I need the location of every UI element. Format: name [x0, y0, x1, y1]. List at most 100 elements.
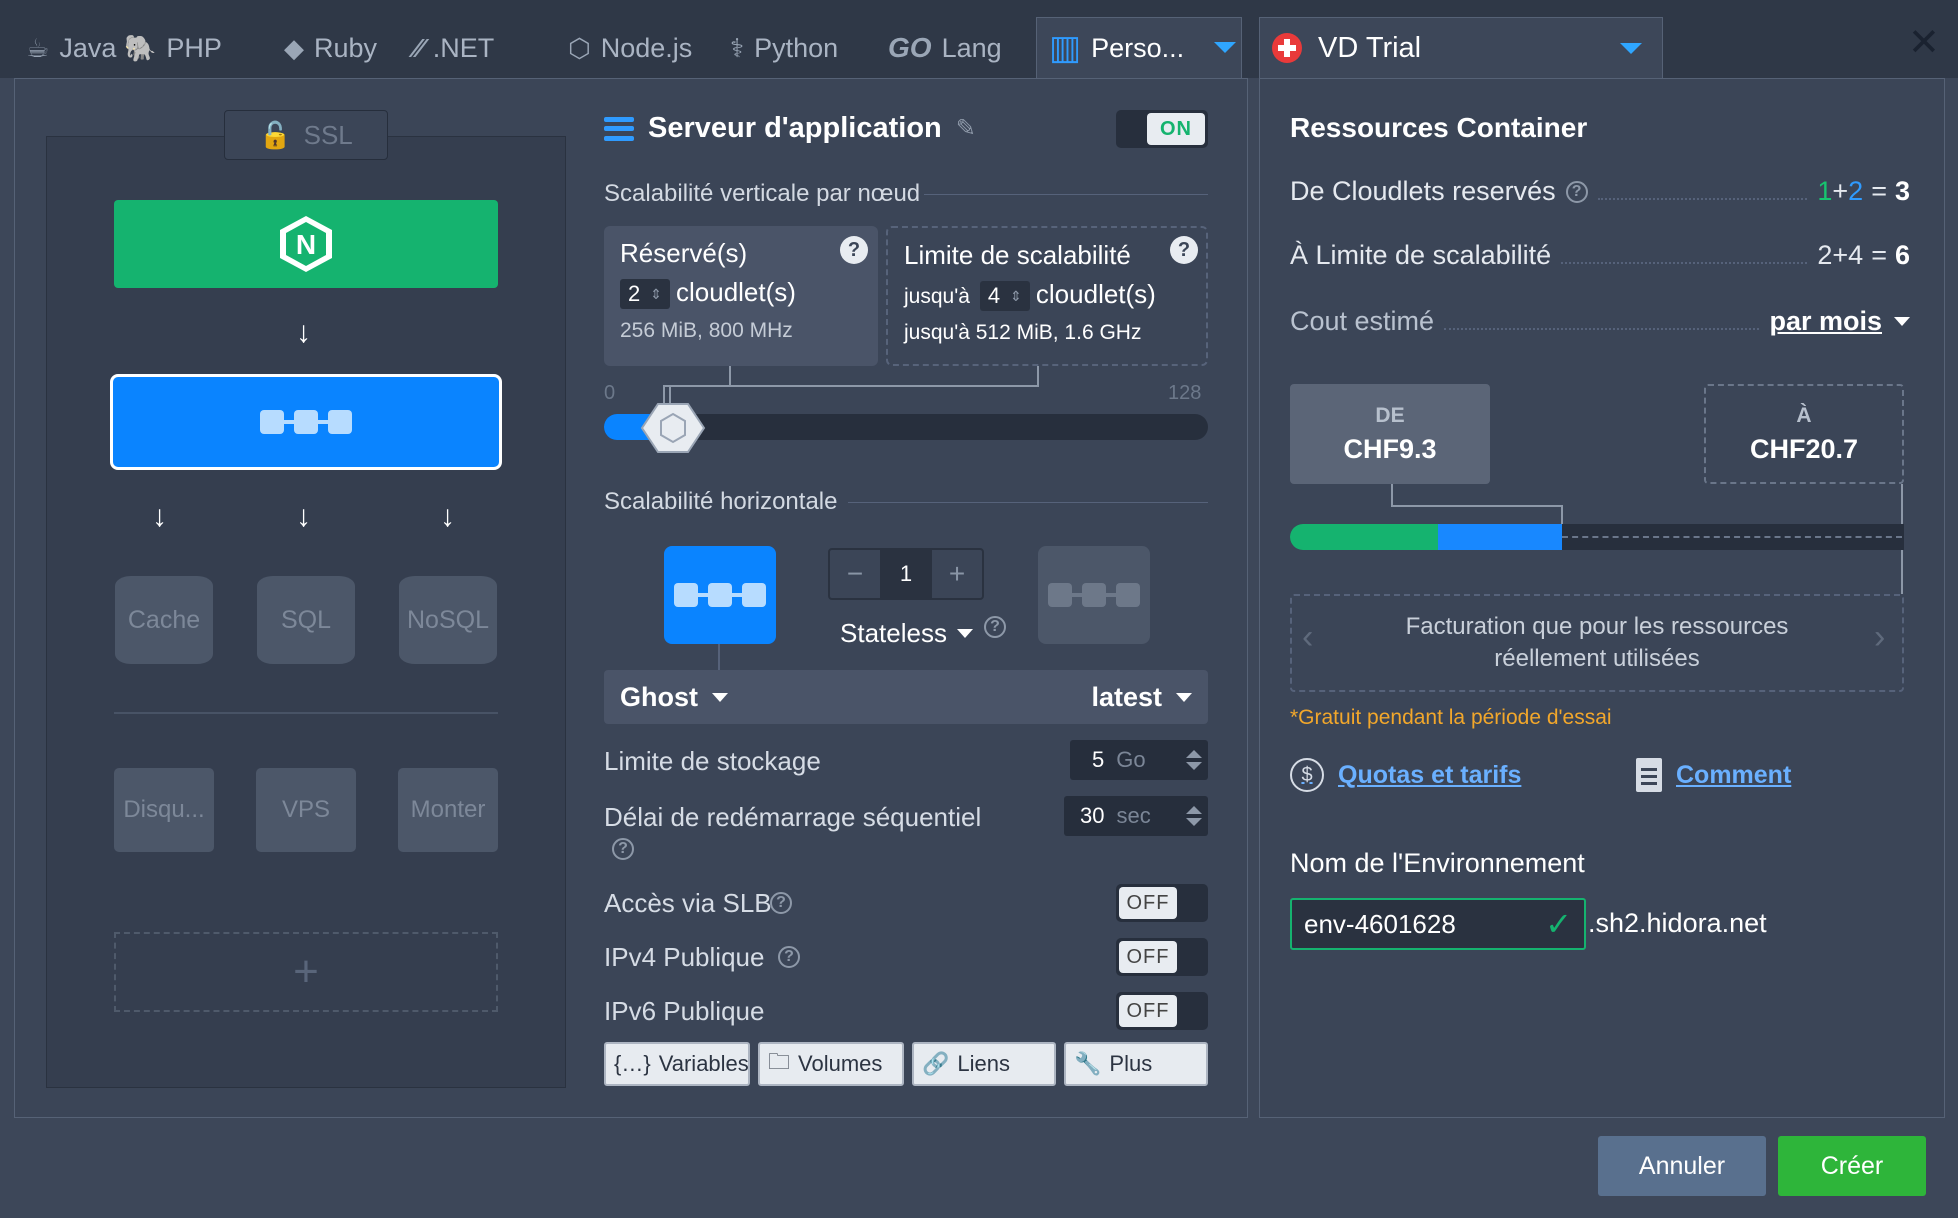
divider [848, 502, 1208, 503]
cost-bar-reserved [1438, 524, 1562, 550]
stepper-arrows-icon[interactable] [1180, 796, 1208, 836]
decrement-button[interactable]: − [830, 550, 880, 598]
document-icon [1636, 758, 1662, 792]
dollar-icon: $ [1290, 758, 1324, 792]
help-icon[interactable]: ? [1565, 180, 1588, 203]
nginx-icon: N [280, 216, 332, 272]
tab-label: Node.js [600, 32, 693, 63]
tab-dotnet[interactable]: ⁄⁄ .NET [406, 18, 502, 78]
tab-label: PHP [166, 32, 222, 63]
cluster-nodes-icon [1048, 583, 1140, 607]
build-node[interactable]: Monter [398, 768, 498, 852]
tab-golang[interactable]: GO Lang [880, 18, 1010, 78]
tab-label: Ruby [314, 32, 378, 63]
limit-title: Limite de scalabilité [904, 240, 1131, 270]
ssl-toggle[interactable]: 🔓 SSL [224, 110, 388, 160]
help-icon[interactable]: ? [1170, 236, 1198, 264]
price-to-value: CHF20.7 [1749, 433, 1859, 464]
node-title: Serveur d'application ✎ [604, 112, 976, 145]
tab-php[interactable]: 🐘 PHP [116, 18, 230, 78]
limit-prefix: jusqu'à [904, 285, 970, 308]
add-node-button[interactable]: + [114, 932, 498, 1012]
close-icon[interactable]: ✕ [1908, 20, 1940, 65]
restart-delay-input[interactable]: 30 sec [1064, 796, 1208, 836]
edit-pencil-icon[interactable]: ✎ [956, 114, 976, 143]
limit-cloudlets-input[interactable]: 4 ⇕ [979, 281, 1030, 312]
help-icon[interactable]: ? [778, 946, 800, 968]
environment-name-input[interactable]: env-4601628 ✓ [1290, 898, 1586, 950]
ruby-icon: ◆ [284, 32, 304, 63]
cancel-button[interactable]: Annuler [1598, 1136, 1766, 1196]
tab-java[interactable]: ☕ Java [18, 18, 124, 78]
links-button[interactable]: 🔗 Liens [912, 1042, 1056, 1086]
golang-icon: GO [888, 32, 932, 63]
region-label: VD Trial [1318, 31, 1422, 64]
node-instance[interactable] [664, 546, 776, 644]
custom-container-icon: ▥ [1049, 29, 1082, 67]
cache-node[interactable]: Cache [115, 576, 213, 664]
ipv6-label: IPv6 Publique [604, 996, 765, 1026]
load-balancer-node[interactable]: N [114, 200, 498, 288]
scaling-mode-dropdown[interactable]: Stateless [840, 618, 973, 649]
nosql-node[interactable]: NoSQL [399, 576, 497, 664]
tab-dropdown-button[interactable] [1206, 17, 1244, 78]
image-tag-bar: Ghost latest [604, 670, 1208, 724]
chevron-down-icon [956, 629, 973, 638]
ipv6-toggle[interactable]: OFF [1116, 992, 1208, 1030]
vps-node[interactable]: VPS [256, 768, 356, 852]
connector-line [718, 644, 720, 672]
menu-icon[interactable] [604, 116, 634, 141]
reserved-spec: 256 MiB, 800 MHz [620, 319, 793, 343]
sql-node[interactable]: SQL [257, 576, 355, 664]
dotted-leader [1561, 248, 1808, 264]
stepper-arrows-icon[interactable] [1180, 740, 1208, 780]
how-link[interactable]: Comment [1636, 758, 1791, 792]
tag-dropdown[interactable]: latest [1091, 682, 1192, 713]
period-dropdown[interactable]: par mois [1769, 306, 1910, 337]
help-icon[interactable]: ? [612, 838, 634, 860]
reserved-unit: cloudlet(s) [676, 277, 796, 307]
node-count-value[interactable]: 1 [880, 550, 932, 598]
chevron-right-icon[interactable]: › [1874, 618, 1885, 657]
create-button[interactable]: Créer [1778, 1136, 1926, 1196]
limit-unit: cloudlet(s) [1035, 279, 1156, 309]
chevron-down-icon [1894, 317, 1910, 326]
storage-limit-label: Limite de stockage [604, 746, 821, 776]
environment-name-label: Nom de l'Environnement [1290, 848, 1585, 878]
quotas-link[interactable]: $ Quotas et tarifs [1290, 758, 1521, 792]
toggle-label: OFF [1119, 995, 1177, 1027]
arrow-down-icon: ↓ [296, 316, 311, 349]
increment-button[interactable]: + [932, 550, 982, 598]
node-on-toggle[interactable]: ON [1116, 110, 1208, 148]
volumes-button[interactable]: 🗀 Volumes [758, 1042, 904, 1086]
region-selector[interactable]: VD Trial [1259, 17, 1663, 78]
storage-limit-input[interactable]: 5 Go [1070, 740, 1208, 780]
tag-label: latest [1091, 681, 1162, 712]
limit-box: Limite de scalabilité jusqu'à 4 ⇕ cloudlet(… [886, 226, 1208, 366]
variables-button[interactable]: {…} Variables [604, 1042, 750, 1086]
slb-access-toggle[interactable]: OFF [1116, 884, 1208, 922]
storage-node[interactable]: Disqu... [114, 768, 214, 852]
button-label: Variables [658, 1051, 749, 1076]
restart-unit: sec [1116, 803, 1151, 828]
limit-part-1: 2 [1817, 240, 1833, 270]
button-label: Plus [1109, 1051, 1153, 1076]
more-button[interactable]: 🔧 Plus [1064, 1042, 1208, 1086]
tab-python[interactable]: ⚕ Python [722, 18, 846, 78]
free-trial-note: *Gratuit pendant la période d'essai [1290, 706, 1612, 729]
tab-label: Python [754, 32, 839, 63]
tab-nodejs[interactable]: ⬡ Node.js [560, 18, 700, 78]
app-server-node[interactable] [110, 374, 502, 470]
reserved-cloudlets-input[interactable]: 2 ⇕ [620, 279, 670, 310]
chevron-left-icon[interactable]: ‹ [1302, 618, 1313, 657]
help-icon[interactable]: ? [984, 616, 1006, 638]
plus-icon: + [293, 947, 319, 996]
reserved-flexible: 1 [1817, 176, 1833, 206]
image-dropdown[interactable]: Ghost [620, 682, 728, 713]
help-icon[interactable]: ? [770, 892, 792, 914]
node-count-stepper[interactable]: − 1 + [828, 548, 984, 600]
ipv4-toggle[interactable]: OFF [1116, 938, 1208, 976]
slider-thumb-icon[interactable] [640, 402, 706, 454]
tab-ruby[interactable]: ◆ Ruby [276, 18, 385, 78]
help-icon[interactable]: ? [840, 236, 868, 264]
